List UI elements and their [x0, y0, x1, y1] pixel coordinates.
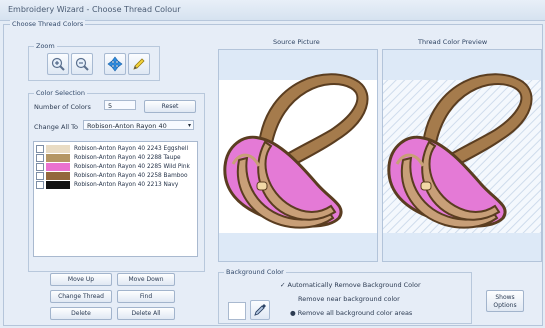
title-bar: Embroidery Wizard - Choose Thread Colour: [0, 0, 545, 21]
change-all-to-select[interactable]: Robison-Anton Rayon 40 ▾: [83, 120, 194, 130]
remove-near-label: Remove near background color: [298, 295, 400, 303]
background-color-legend: Background Color: [224, 268, 286, 276]
thread-checkbox-2[interactable]: [36, 154, 44, 162]
zoom-out-button[interactable]: [71, 53, 93, 75]
auto-remove-option[interactable]: ✓ Automatically Remove Background Color: [280, 281, 421, 289]
preview-handbag-image: [383, 73, 541, 233]
pencil-icon: [133, 58, 145, 70]
change-all-to-value: Robison-Anton Rayon 40: [87, 122, 167, 130]
thread-preview-title: Thread Color Preview: [418, 38, 488, 46]
remove-all-label: Remove all background color areas: [297, 309, 413, 317]
remove-all-option[interactable]: ● Remove all background color areas: [290, 309, 412, 317]
move-up-button[interactable]: Move Up: [50, 273, 112, 286]
thread-checkbox-4[interactable]: [36, 172, 44, 180]
thread-item-1[interactable]: Robison-Anton Rayon 40 2243 Eggshell: [36, 145, 194, 153]
auto-remove-label: Automatically Remove Background Color: [287, 281, 421, 289]
choose-thread-colors-legend: Choose Thread Colors: [10, 20, 86, 28]
delete-button[interactable]: Delete: [50, 307, 112, 320]
show-options-button[interactable]: Shows Options: [486, 290, 524, 312]
thread-item-3[interactable]: Robison-Anton Rayon 40 2285 Wild Pink: [36, 163, 194, 171]
thread-checkbox-5[interactable]: [36, 181, 44, 189]
check-icon: ✓: [280, 281, 288, 289]
radio-selected-icon: ●: [290, 309, 298, 317]
thread-swatch-2: [46, 154, 70, 162]
thread-name-2: Robison-Anton Rayon 40 2288 Taupe: [74, 155, 181, 161]
remove-near-option[interactable]: Remove near background color: [298, 295, 400, 303]
thread-color-preview-panel[interactable]: [382, 49, 542, 262]
eyedropper-icon: [254, 304, 266, 316]
source-handbag-image: [219, 73, 377, 233]
pan-button[interactable]: [104, 53, 126, 75]
zoom-out-icon: [75, 57, 89, 71]
eyedropper-button[interactable]: [250, 300, 270, 320]
window-title: Embroidery Wizard - Choose Thread Colour: [8, 5, 181, 14]
zoom-in-button[interactable]: [47, 53, 69, 75]
zoom-legend: Zoom: [34, 42, 57, 50]
zoom-in-icon: [51, 57, 65, 71]
thread-swatch-4: [46, 172, 70, 180]
find-button[interactable]: Find: [117, 290, 175, 303]
thread-item-2[interactable]: Robison-Anton Rayon 40 2288 Taupe: [36, 154, 194, 162]
thread-swatch-5: [46, 181, 70, 189]
reset-button[interactable]: Reset: [144, 100, 196, 113]
thread-item-5[interactable]: Robison-Anton Rayon 40 2213 Navy: [36, 181, 194, 189]
thread-list[interactable]: Robison-Anton Rayon 40 2243 Eggshell Rob…: [33, 141, 198, 257]
move-down-button[interactable]: Move Down: [117, 273, 175, 286]
thread-item-4[interactable]: Robison-Anton Rayon 40 2258 Bamboo: [36, 172, 194, 180]
thread-checkbox-3[interactable]: [36, 163, 44, 171]
thread-name-4: Robison-Anton Rayon 40 2258 Bamboo: [74, 173, 188, 179]
show-options-line1: Shows: [495, 294, 515, 301]
thread-name-5: Robison-Anton Rayon 40 2213 Navy: [74, 182, 179, 188]
number-of-colors-input[interactable]: 5: [104, 100, 136, 110]
change-all-to-label: Change All To: [34, 123, 78, 131]
background-color-swatch[interactable]: [228, 302, 246, 320]
pan-icon: [107, 56, 123, 72]
source-picture-panel[interactable]: [218, 49, 378, 262]
source-picture-title: Source Picture: [273, 38, 320, 46]
thread-name-3: Robison-Anton Rayon 40 2285 Wild Pink: [74, 164, 190, 170]
thread-swatch-3: [46, 163, 70, 171]
show-options-line2: Options: [493, 302, 517, 309]
thread-checkbox-1[interactable]: [36, 145, 44, 153]
color-selection-legend: Color Selection: [34, 89, 87, 97]
thread-name-1: Robison-Anton Rayon 40 2243 Eggshell: [74, 146, 189, 152]
delete-all-button[interactable]: Delete All: [117, 307, 175, 320]
change-thread-button[interactable]: Change Thread: [50, 290, 112, 303]
number-of-colors-label: Number of Colors: [34, 103, 91, 111]
pencil-button[interactable]: [128, 53, 150, 75]
thread-swatch-1: [46, 145, 70, 153]
chevron-down-icon: ▾: [187, 122, 191, 129]
